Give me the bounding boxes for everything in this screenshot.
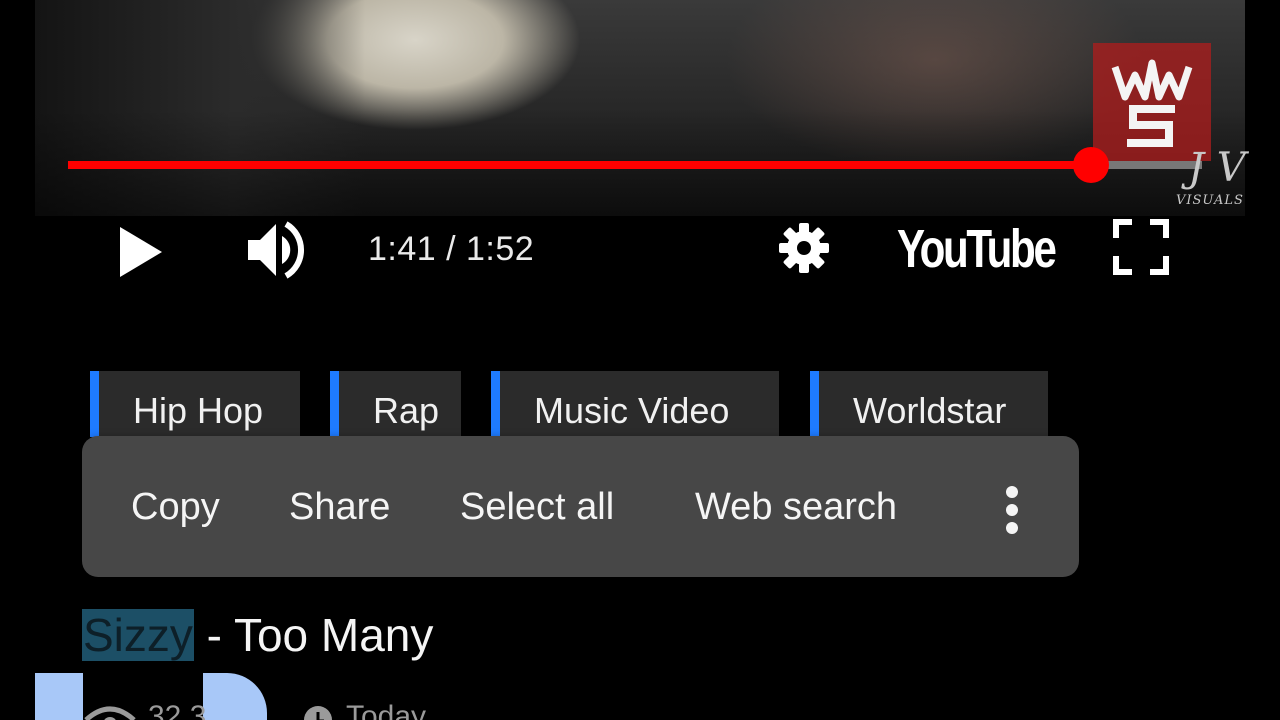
fullscreen-button[interactable] [1112, 218, 1170, 281]
tag-hip-hop[interactable]: Hip Hop [90, 371, 300, 437]
view-count: 32.3 [148, 700, 207, 720]
more-options-button[interactable] [996, 484, 1028, 541]
share-button[interactable]: Share [289, 486, 390, 529]
clock-icon [304, 706, 332, 720]
title-text-rest: - Too Many [193, 609, 434, 661]
play-button[interactable] [116, 224, 166, 285]
progress-fill [68, 161, 1091, 169]
youtube-logo[interactable]: YouTube [897, 218, 1057, 280]
fullscreen-icon [1113, 219, 1169, 275]
player-controls: 1:41 / 1:52 YouTube [0, 216, 1280, 286]
web-search-button[interactable]: Web search [695, 486, 897, 529]
volume-button[interactable] [246, 218, 312, 287]
upload-date: Today [346, 700, 427, 720]
views-eye-icon [84, 706, 136, 720]
play-icon [120, 227, 162, 277]
more-vertical-icon [1006, 486, 1018, 534]
volume-icon [248, 221, 305, 279]
settings-button[interactable] [776, 220, 832, 281]
gear-icon [779, 223, 829, 273]
video-title[interactable]: Sizzy - Too Many [82, 608, 433, 662]
video-frame[interactable] [35, 0, 1245, 216]
select-all-button[interactable]: Select all [460, 486, 614, 529]
copy-button[interactable]: Copy [131, 486, 220, 529]
time-display: 1:41 / 1:52 [368, 230, 535, 268]
tag-worldstar[interactable]: Worldstar [810, 371, 1048, 437]
channel-watermark-logo [1093, 43, 1211, 161]
app-screen: J V VISUALS 1:41 / 1:52 YouTube Hip Hop … [0, 0, 1280, 720]
tag-music-video[interactable]: Music Video [491, 371, 779, 437]
progress-scrubber-handle[interactable] [1072, 147, 1109, 183]
selected-title-text[interactable]: Sizzy [82, 609, 194, 661]
progress-bar[interactable] [68, 147, 1202, 183]
watermark-jv-visuals: J V VISUALS [1172, 145, 1250, 215]
tag-rap[interactable]: Rap [330, 371, 461, 437]
watermark-subtext: VISUALS [1176, 193, 1244, 208]
